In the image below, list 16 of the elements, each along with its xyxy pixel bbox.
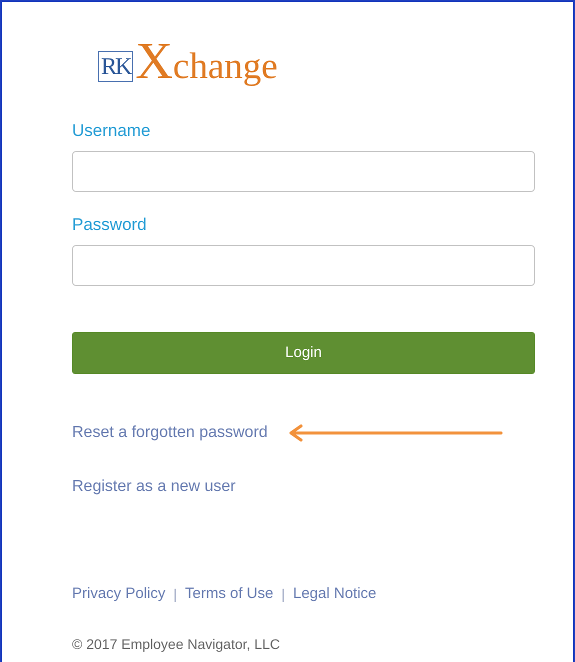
arrow-icon bbox=[288, 423, 503, 443]
reset-password-link[interactable]: Reset a forgotten password bbox=[72, 421, 268, 445]
copyright-text: © 2017 Employee Navigator, LLC bbox=[72, 634, 281, 654]
login-button[interactable]: Login bbox=[72, 332, 535, 374]
footer-link[interactable]: Legal Notice bbox=[293, 583, 376, 606]
logo-mark: RK bbox=[98, 51, 134, 82]
logo-wordmark: Xchange bbox=[135, 36, 278, 88]
input-field[interactable] bbox=[72, 151, 535, 192]
footer-link[interactable]: Terms of Use bbox=[185, 583, 274, 606]
footer-link[interactable]: Privacy Policy bbox=[72, 583, 166, 606]
separator: | bbox=[281, 584, 285, 604]
separator: | bbox=[173, 584, 177, 604]
field-label: Username bbox=[72, 120, 152, 142]
input-field[interactable] bbox=[72, 245, 535, 286]
field-label: Password bbox=[72, 214, 148, 236]
register-link[interactable]: Register as a new user bbox=[72, 475, 535, 499]
